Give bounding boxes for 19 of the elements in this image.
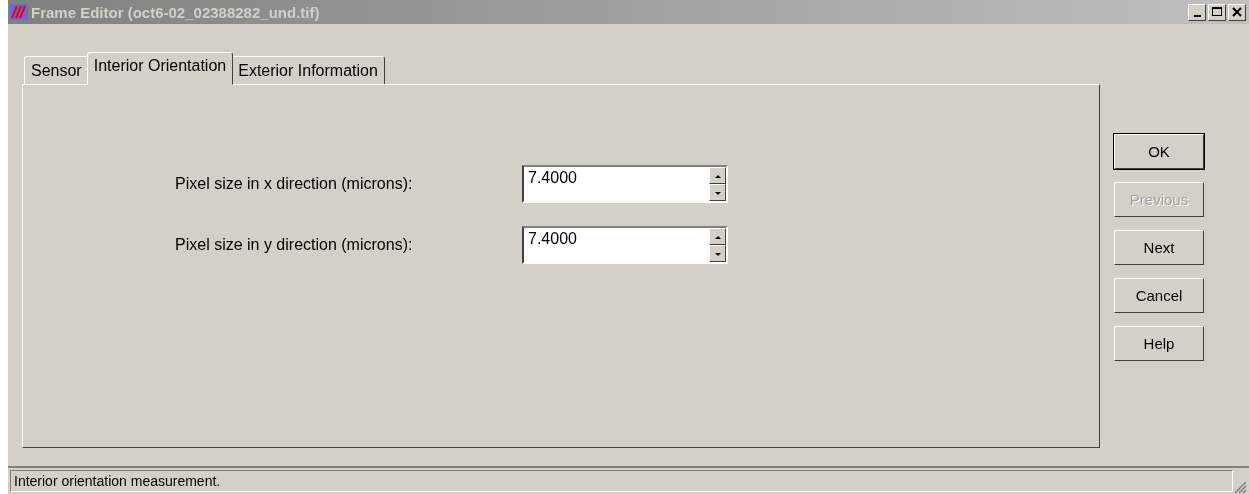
maximize-button[interactable] <box>1208 3 1226 21</box>
tab[interactable]: Sensor <box>24 56 89 85</box>
dialog-button[interactable]: Next <box>1114 230 1204 265</box>
tab[interactable]: Exterior Information <box>231 56 385 85</box>
dialog-button[interactable]: Cancel <box>1114 278 1204 313</box>
status-text: Interior orientation measurement. <box>10 470 1233 492</box>
field-label: Pixel size in y direction (microns): <box>175 236 414 254</box>
minimize-button[interactable] <box>1188 3 1206 21</box>
close-button[interactable] <box>1228 3 1246 21</box>
dialog-button[interactable]: Help <box>1114 326 1204 361</box>
tab[interactable]: Interior Orientation <box>86 52 234 85</box>
app-icon <box>10 4 28 20</box>
field-label: Pixel size in x direction (microns): <box>175 175 414 193</box>
resize-grip-icon[interactable] <box>1233 480 1247 494</box>
minimize-icon <box>1193 14 1201 17</box>
window-title: Frame Editor (oct6-02_02388282_und.tif) <box>31 3 321 21</box>
dialog-button[interactable]: OK <box>1114 134 1204 169</box>
close-icon <box>1232 7 1242 17</box>
maximize-icon <box>1212 7 1222 17</box>
